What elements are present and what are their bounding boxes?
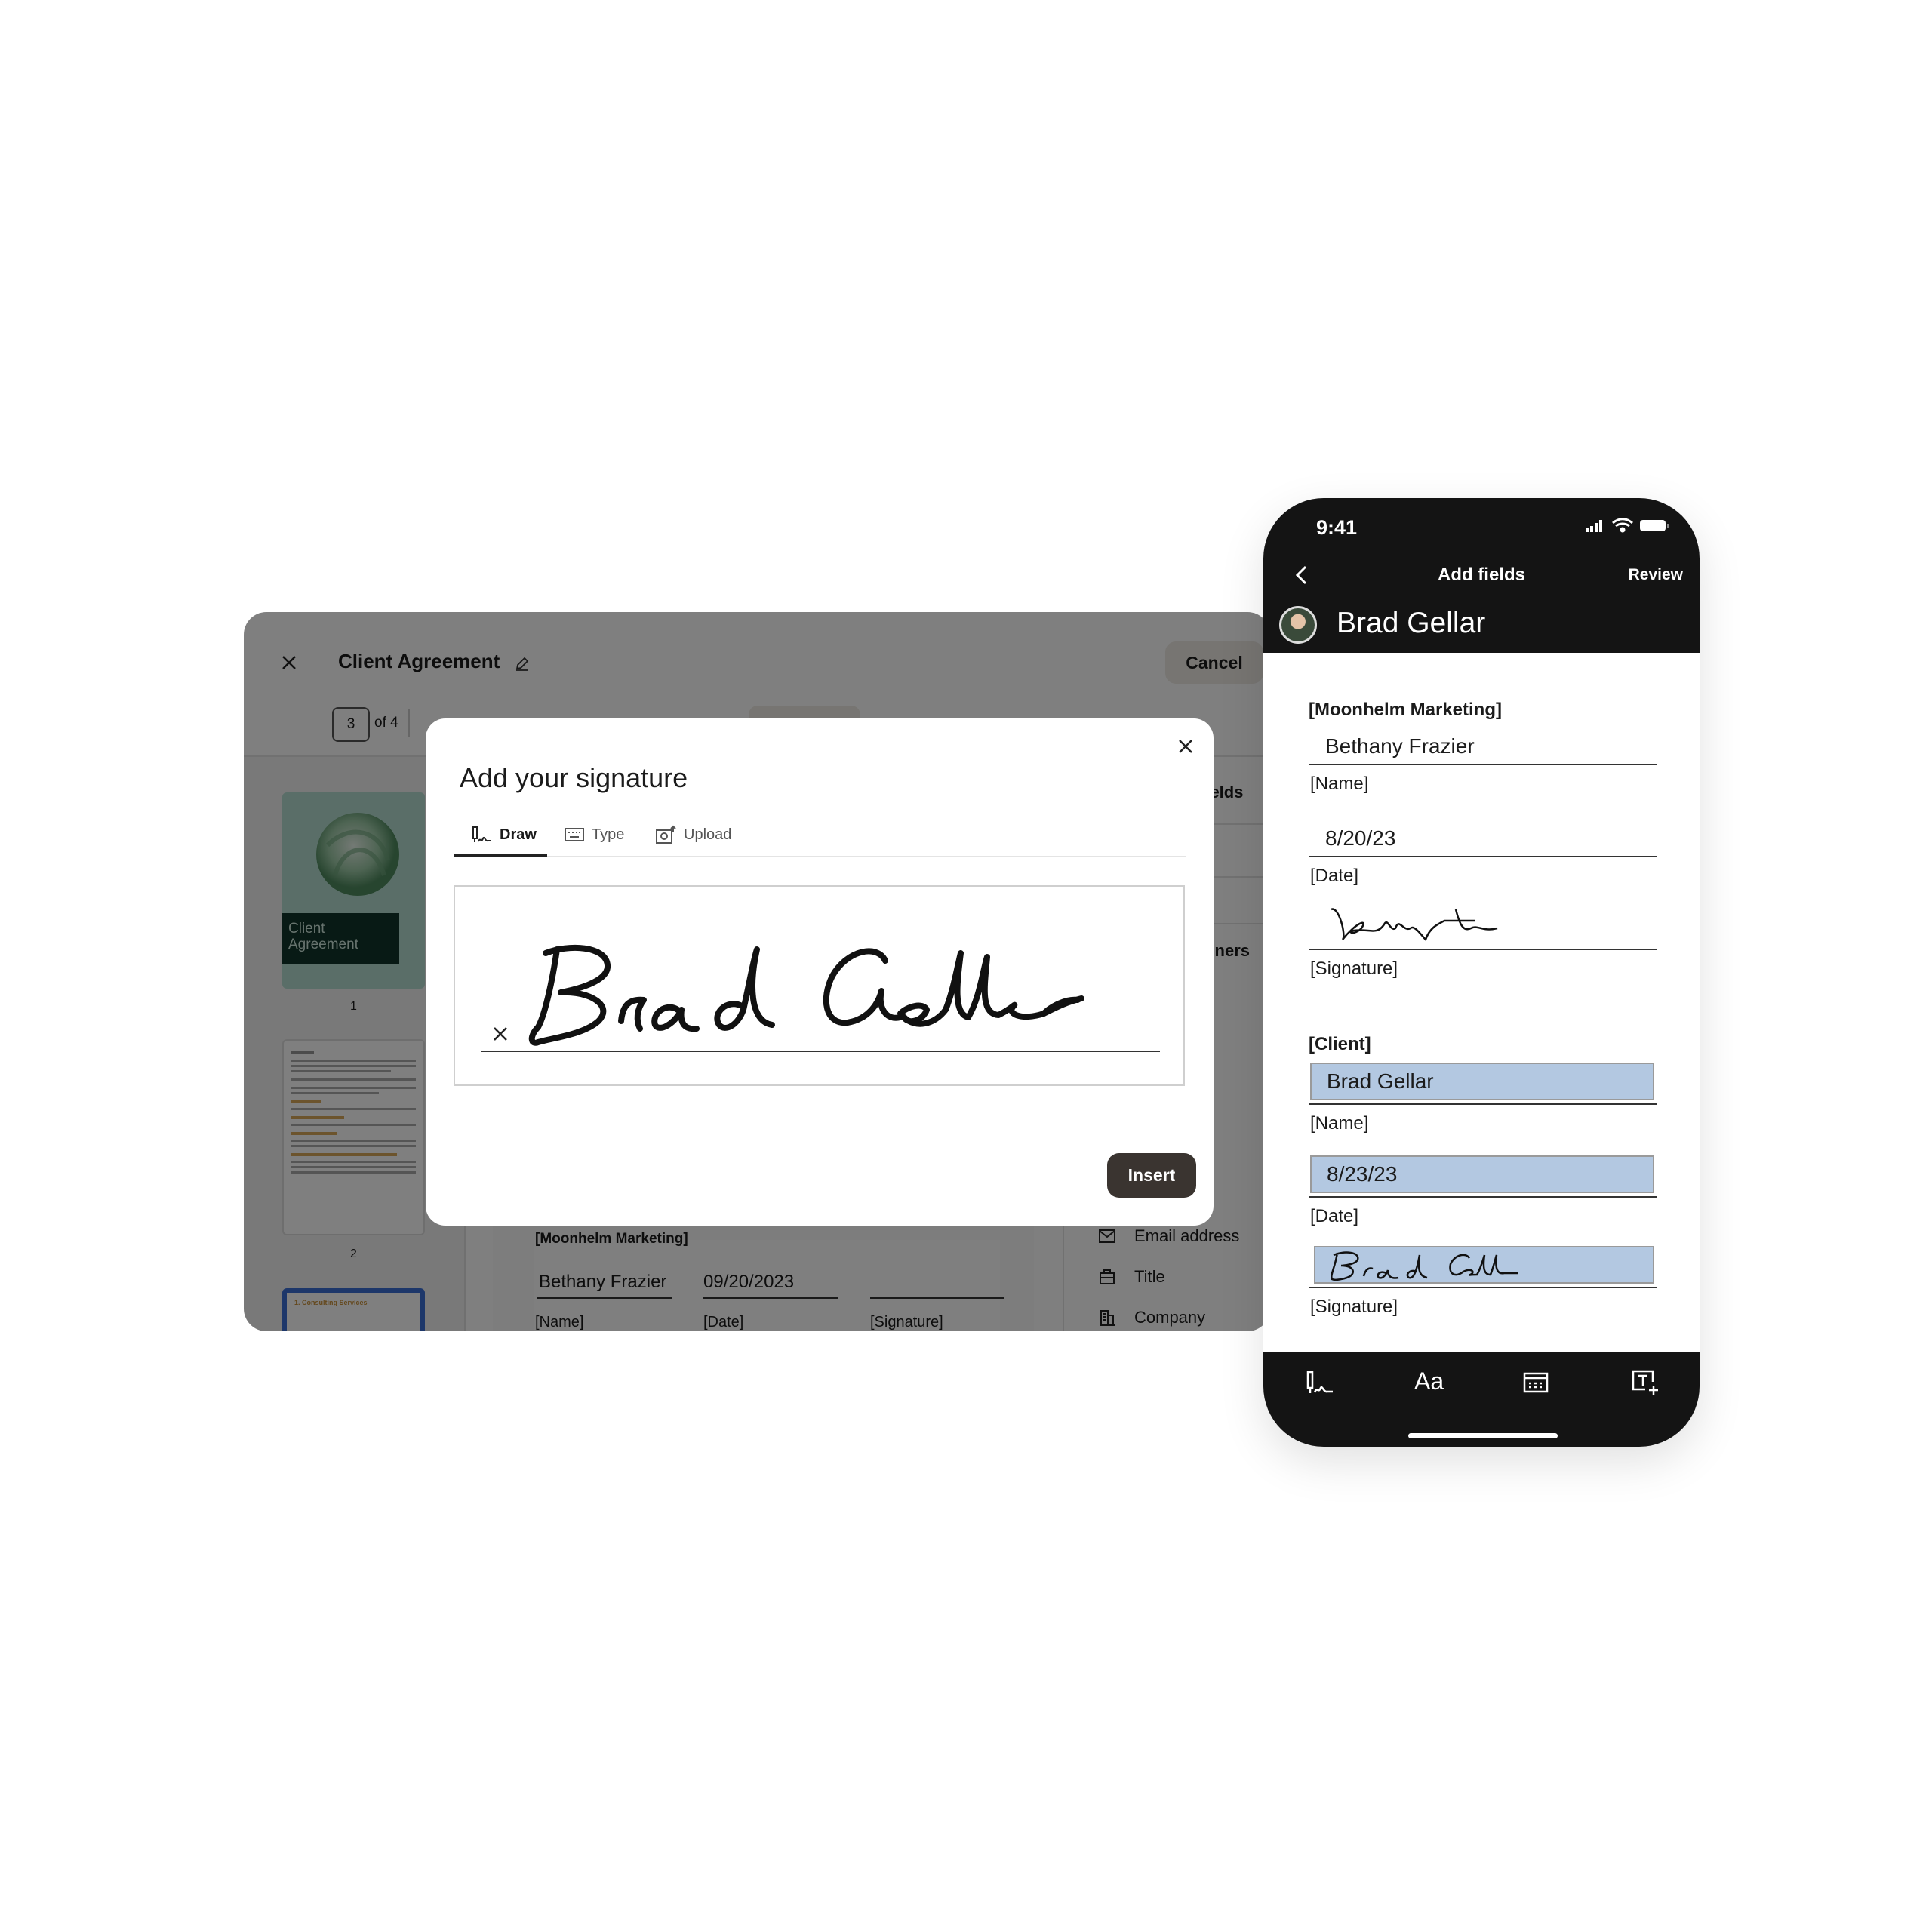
document-fields: [Moonhelm Marketing] Bethany Frazier [Na… [1263,653,1700,1352]
tab-draw[interactable]: Draw [471,821,537,848]
keyboard-icon [565,828,584,841]
date-value: 8/20/23 [1325,826,1396,850]
field-line [1309,949,1657,950]
field-line [1309,1287,1657,1288]
tab-label: Draw [500,826,537,843]
signature-draw-canvas[interactable] [454,885,1185,1086]
active-tab-indicator [454,854,547,857]
insert-button[interactable]: Insert [1107,1153,1196,1198]
section-heading: [Moonhelm Marketing] [1309,700,1502,720]
nav-title: Add fields [1437,565,1525,585]
wifi-icon [1612,518,1633,533]
add-text-field-icon[interactable] [1632,1370,1659,1395]
add-signature-dialog: Add your signature Draw Type Upload Inse… [426,718,1214,1226]
client-name-field[interactable]: Brad Gellar [1310,1063,1654,1100]
clear-signature-icon[interactable] [493,1026,508,1041]
date-icon[interactable] [1523,1372,1549,1393]
field-line [1309,1196,1657,1198]
name-label: [Name] [1310,1113,1369,1134]
tab-upload[interactable]: Upload [655,821,731,848]
name-value: Bethany Frazier [1325,734,1475,758]
battery-icon [1640,520,1669,531]
signature-icon[interactable] [1306,1370,1334,1395]
cellular-signal-icon [1586,520,1602,532]
home-indicator[interactable] [1408,1433,1558,1438]
pen-signature-icon [472,826,491,842]
name-value: Brad Gellar [1327,1069,1434,1093]
date-value: 8/23/23 [1327,1162,1398,1186]
close-icon[interactable] [1178,739,1193,754]
section-heading: [Client] [1309,1034,1371,1054]
signature-brad [1331,1251,1518,1281]
tab-label: Type [592,826,625,843]
review-button[interactable]: Review [1629,566,1683,584]
client-date-field[interactable]: 8/23/23 [1310,1155,1654,1193]
mobile-app: 9:41 Add fields Review Brad Gellar [Moon… [1263,498,1700,1447]
signature-label: [Signature] [1310,1297,1398,1317]
drawn-signature [528,944,1084,1046]
client-signature-field[interactable] [1314,1246,1654,1284]
tab-label: Upload [684,826,732,843]
avatar [1279,606,1317,644]
camera-upload-icon [656,825,676,844]
tabs-divider [454,856,1186,857]
signature-label: [Signature] [1310,958,1398,979]
signature-bethany [1331,908,1498,942]
text-icon[interactable]: Aa [1414,1367,1444,1395]
status-time: 9:41 [1316,516,1358,539]
date-label: [Date] [1310,866,1359,886]
signer-name[interactable]: Brad Gellar [1337,607,1485,640]
dialog-title: Add your signature [460,762,688,793]
field-line [1309,856,1657,857]
date-label: [Date] [1310,1206,1359,1226]
field-line [1309,1103,1657,1105]
name-label: [Name] [1310,774,1369,794]
status-icons [1586,518,1669,533]
field-line [1309,764,1657,765]
tab-type[interactable]: Type [565,821,624,848]
back-chevron-icon[interactable] [1294,565,1309,586]
